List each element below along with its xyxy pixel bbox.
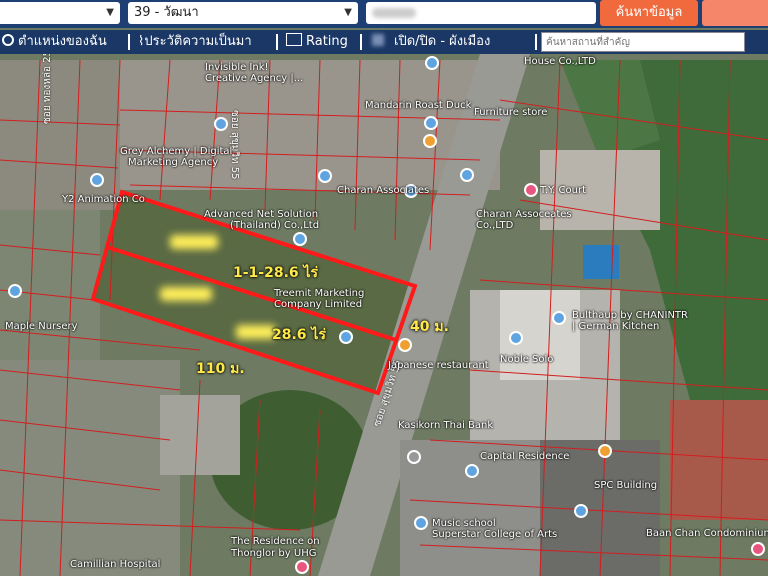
map-pin[interactable]: [90, 173, 104, 187]
map-pin[interactable]: [598, 444, 612, 458]
map-pin[interactable]: [751, 542, 765, 556]
history-label: ประวัติความเป็นมา: [144, 34, 252, 49]
divider: [535, 34, 537, 50]
place-label: Camillian Hospital: [70, 559, 161, 570]
my-location-label: ตำแหน่งของฉัน: [18, 34, 107, 49]
nav-bar: ตำแหน่งของฉัน ⌇ประวัติความเป็นมา Rating …: [0, 30, 768, 54]
place-label: Mandarin Roast Duck: [365, 100, 472, 111]
place-label: T.Y. Court: [540, 185, 587, 196]
place-label: Grey Alchemy | Digital: [120, 146, 233, 157]
place-label: Marketing Agency: [128, 157, 219, 168]
place-label: Bulthaup by CHANINTR: [572, 310, 688, 321]
place-label: Advanced Net Solution: [204, 209, 319, 220]
district-select[interactable]: ▼: [0, 2, 120, 24]
place-label: Baan Chan Condominium: [646, 528, 768, 539]
map-pin[interactable]: [407, 450, 421, 464]
place-label: Music school: [432, 518, 496, 529]
divider: [276, 34, 278, 50]
soi-select-value: 39 - วัฒนา: [134, 5, 199, 20]
place-label: Y2 Animation Co: [62, 194, 145, 205]
place-label: Treemit Marketing: [274, 288, 365, 299]
my-location-link[interactable]: ตำแหน่งของฉัน: [2, 30, 107, 54]
zoning-label: เปิด/ปิด - ผังเมือง: [394, 34, 491, 49]
satellite-map[interactable]: 1-1-28.6 ไร่ 28.6 ไร่ 40 ม. 110 ม. ซอย ส…: [0, 54, 768, 576]
place-label: Thonglor by UHG: [231, 548, 317, 559]
place-label: Superstar College of Arts: [432, 529, 558, 540]
map-pin[interactable]: [398, 338, 412, 352]
chevron-down-icon: ▼: [106, 7, 114, 18]
map-pin[interactable]: [423, 134, 437, 148]
divider: [360, 34, 362, 50]
place-label: Creative Agency |...: [205, 73, 304, 84]
map-pin[interactable]: [552, 311, 566, 325]
map-pin[interactable]: [465, 464, 479, 478]
place-label: Maple Nursery: [5, 321, 78, 332]
place-label: SPC Building: [594, 480, 658, 491]
map-pin[interactable]: [295, 560, 309, 574]
frontage-label: 40 ม.: [410, 319, 449, 335]
place-label: Furniture store: [474, 107, 548, 118]
place-label: Co.,LTD: [476, 220, 514, 231]
chevron-down-icon: ▼: [344, 7, 352, 18]
blurred-plot-number: [236, 325, 276, 339]
blurred-value: [372, 8, 416, 18]
location-icon: [2, 34, 14, 46]
zoning-toggle[interactable]: เปิด/ปิด - ผังเมือง: [372, 30, 490, 54]
map-pin[interactable]: [293, 232, 307, 246]
blurred-icon: [372, 34, 384, 46]
place-label: Capital Residence: [480, 451, 570, 462]
place-label: Japanese restaurant: [388, 360, 489, 371]
map-pin[interactable]: [425, 56, 439, 70]
place-label: House Co.,LTD: [524, 56, 596, 67]
place-label: (Thailand) Co.,Ltd: [230, 220, 320, 231]
map-pin[interactable]: [460, 168, 474, 182]
chart-icon: [286, 33, 302, 46]
soi-select[interactable]: 39 - วัฒนา ▼: [128, 2, 358, 24]
blurred-plot-number: [170, 235, 218, 249]
place-label: Invisible Ink!: [205, 62, 269, 73]
place-label: The Residence on: [231, 536, 320, 547]
road-label: ซอย ทองหล่อ 25: [42, 54, 53, 124]
place-label: | German Kitchen: [572, 321, 660, 332]
place-label: Noble Solo: [500, 354, 554, 365]
depth-label: 110 ม.: [196, 361, 245, 377]
place-label: Company Limited: [274, 299, 363, 310]
place-label: Kasikorn Thai Bank: [398, 420, 494, 431]
rating-label: Rating: [306, 34, 348, 49]
area-total-label: 1-1-28.6 ไร่: [233, 265, 319, 281]
map-pin[interactable]: [424, 116, 438, 130]
history-link[interactable]: ⌇ประวัติความเป็นมา: [138, 30, 252, 54]
area-part-label: 28.6 ไร่: [272, 327, 326, 343]
place-label: Charan Associates: [337, 185, 430, 196]
map-pin[interactable]: [318, 169, 332, 183]
map-pin[interactable]: [509, 331, 523, 345]
landmark-search-input[interactable]: [541, 32, 745, 52]
map-pin[interactable]: [339, 330, 353, 344]
top-bar: ▼ 39 - วัฒนา ▼ ค้นหาข้อมูล: [0, 0, 768, 28]
divider: [128, 34, 130, 50]
search-input[interactable]: [366, 2, 596, 24]
map-pin[interactable]: [214, 117, 228, 131]
road-label: ซอย สุขุมวิท 55: [229, 110, 240, 180]
place-label: Charan Assoceates: [476, 209, 572, 220]
map-pin[interactable]: [414, 516, 428, 530]
rating-link[interactable]: Rating: [286, 30, 348, 54]
extra-button[interactable]: [702, 0, 768, 26]
map-pin[interactable]: [8, 284, 22, 298]
map-pin[interactable]: [524, 183, 538, 197]
map-pin[interactable]: [574, 504, 588, 518]
blurred-plot-number: [160, 287, 212, 301]
search-button[interactable]: ค้นหาข้อมูล: [600, 0, 698, 26]
